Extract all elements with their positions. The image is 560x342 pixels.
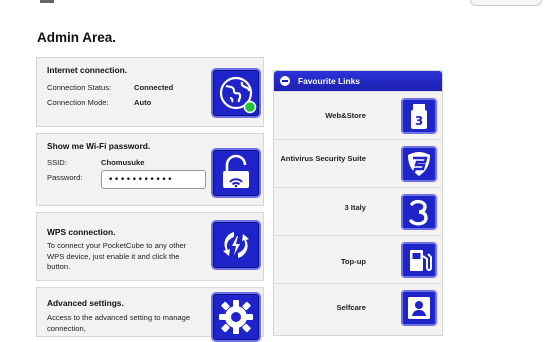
fuel-pump-icon[interactable] [401,242,437,278]
internet-connection-card: Internet connection. Connection Status: … [36,57,264,127]
three-usb-stick-icon[interactable]: 3 [401,98,437,134]
profile-card-icon[interactable] [401,290,437,326]
password-label: Password: [47,173,83,182]
top-strip [0,0,560,6]
wps-icon[interactable] [211,220,261,270]
fav-link-antivirus[interactable]: Antivirus Security Suite [274,139,442,187]
internet-connection-title: Internet connection. [47,65,128,75]
password-field[interactable]: ••••••••••• [101,170,206,189]
favourite-links-panel: Favourite Links Web&Store 3 Antivirus Se… [273,70,443,336]
svg-text:3: 3 [415,114,423,128]
top-right-button[interactable] [470,0,542,6]
advanced-settings-card: Advanced settings. Access to the advance… [36,287,264,342]
wifi-password-card: Show me Wi-Fi password. SSID: Chomusuke … [36,133,264,206]
wps-connection-card: WPS connection. To connect your PocketCu… [36,212,264,281]
wifi-password-title: Show me Wi-Fi password. [47,141,151,151]
fav-link-top-up[interactable]: Top-up [274,235,442,283]
ssid-value: Chomusuke [101,158,145,167]
fav-link-web-store[interactable]: Web&Store 3 [274,91,442,139]
favourite-links-header[interactable]: Favourite Links [274,71,442,91]
wps-description: To connect your PocketCube to any other … [47,241,187,271]
unlocked-padlock-wifi-icon[interactable] [211,148,261,198]
globe-icon[interactable] [211,68,261,118]
fav-link-label: Top-up [340,257,366,266]
fav-link-selfcare[interactable]: Selfcare [274,283,442,331]
connection-status-label: Connection Status: [47,83,112,92]
three-logo-icon[interactable] [401,194,437,230]
connected-indicator-icon [243,100,257,114]
connection-mode-value: Auto [134,98,152,107]
fav-link-label: 3 Italy [344,203,366,212]
favourite-links-title: Favourite Links [298,76,360,86]
gear-icon[interactable] [211,292,261,342]
fav-link-3-italy[interactable]: 3 Italy [274,187,442,235]
page-title: Admin Area. [37,30,117,45]
advanced-settings-title: Advanced settings. [47,298,124,308]
advanced-description: Access to the advanced setting to manage… [47,313,191,333]
fav-link-label: Antivirus Security Suite [280,154,366,163]
wps-connection-title: WPS connection. [47,227,116,237]
shield-f-icon[interactable] [401,146,437,182]
connection-status-value: Connected [134,83,174,92]
fav-link-label: Selfcare [336,303,366,312]
ssid-label: SSID: [47,158,67,167]
fav-link-label: Web&Store [325,111,366,120]
collapse-minus-icon[interactable] [280,76,290,86]
top-logo-fragment [40,0,54,3]
connection-mode-label: Connection Mode: [47,98,109,107]
